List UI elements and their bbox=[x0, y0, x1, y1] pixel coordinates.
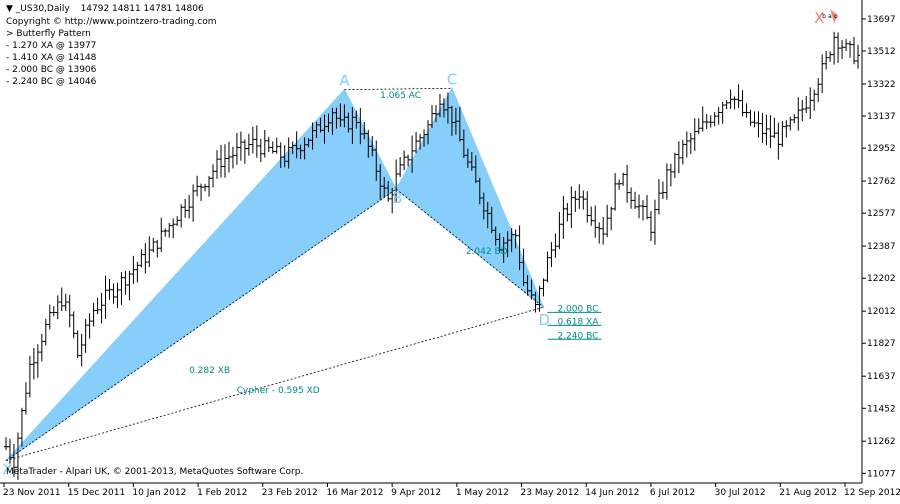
copyright-line: Copyright © http://www.pointzero-trading… bbox=[6, 17, 217, 27]
time-tick-label: 12 Sep 2012 bbox=[844, 488, 900, 498]
ratio-label: 0.282 XB bbox=[189, 366, 230, 376]
price-tick-label: 11637 bbox=[867, 372, 896, 382]
time-tick-label: 6 Jul 2012 bbox=[650, 488, 695, 498]
price-tick-label: 12387 bbox=[867, 242, 896, 252]
time-tick-label: 23 May 2012 bbox=[521, 488, 580, 498]
chart-window[interactable]: X A B C D Xb a c 1.065 AC 2.042 BD 0.282 XB Cypher … bbox=[0, 0, 900, 500]
time-tick-label: 21 Aug 2012 bbox=[779, 488, 837, 498]
price-tick-label: 12762 bbox=[867, 177, 896, 187]
mini-label: b bbox=[822, 13, 826, 20]
time-tick-label: 1 Feb 2012 bbox=[197, 488, 247, 498]
pattern-name: > Butterfly Pattern bbox=[6, 29, 91, 39]
ratio-label: 2.042 BD bbox=[466, 247, 508, 257]
time-tick-label: 1 May 2012 bbox=[456, 488, 509, 498]
plot-background bbox=[0, 0, 862, 483]
price-tick-label: 12577 bbox=[867, 209, 896, 219]
price-tick-label: 13137 bbox=[867, 112, 896, 122]
time-tick-label: 23 Nov 2011 bbox=[3, 488, 61, 498]
mini-label: c bbox=[834, 13, 837, 20]
price-tick-label: 12202 bbox=[867, 274, 896, 284]
price-tick-label: 11452 bbox=[867, 404, 896, 414]
price-tick-label: 12012 bbox=[867, 307, 896, 317]
price-chart[interactable]: XABCDXb a c1.065 AC2.042 BD0.282 XBCypher … bbox=[0, 0, 900, 500]
level-line: - 1.410 XA @ 14148 bbox=[6, 53, 97, 63]
price-tick-label: 13322 bbox=[867, 80, 896, 90]
footer-copyright: MetaTrader - Alpari UK, © 2001-2013, Met… bbox=[6, 467, 304, 477]
level-line: - 2.000 BC @ 13906 bbox=[6, 65, 97, 75]
target-level-label: 2.240 BC bbox=[557, 331, 598, 341]
time-tick-label: 14 Jun 2012 bbox=[585, 488, 639, 498]
level-line: - 1.270 XA @ 13977 bbox=[6, 41, 97, 51]
ratio-label: Cypher - 0.595 XD bbox=[237, 386, 320, 396]
pattern-point-label: C bbox=[447, 70, 457, 88]
time-tick-label: 10 Jan 2012 bbox=[132, 488, 186, 498]
pattern-point-label: D bbox=[538, 311, 550, 329]
price-tick-label: 11827 bbox=[867, 339, 896, 349]
price-tick-label: 13697 bbox=[867, 15, 896, 25]
price-tick-label: 11077 bbox=[867, 469, 896, 479]
ohlc-readout: 14792 14811 14781 14806 bbox=[80, 4, 204, 14]
time-tick-label: 23 Feb 2012 bbox=[262, 488, 318, 498]
time-tick-label: 9 Apr 2012 bbox=[391, 488, 441, 498]
mini-label: a bbox=[828, 13, 832, 20]
chart-menu-icon[interactable]: ▼ bbox=[6, 4, 13, 14]
pattern-point-label: A bbox=[339, 72, 350, 90]
target-level-label: 0.618 XA bbox=[557, 317, 599, 327]
target-level-label: 2.000 BC bbox=[557, 304, 598, 314]
time-tick-label: 30 Jul 2012 bbox=[715, 488, 766, 498]
symbol-label: _US30,Daily bbox=[15, 4, 70, 14]
level-line: - 2.240 BC @ 14046 bbox=[6, 77, 97, 87]
time-tick-label: 16 Mar 2012 bbox=[326, 488, 383, 498]
time-tick-label: 15 Dec 2011 bbox=[68, 488, 126, 498]
ratio-label: 1.065 AC bbox=[380, 91, 421, 101]
pattern-point-label: B bbox=[392, 189, 402, 207]
price-tick-label: 11262 bbox=[867, 437, 896, 447]
chart-title: ▼ _US30,Daily 14792 14811 14781 14806 bbox=[6, 4, 204, 15]
price-tick-label: 13512 bbox=[867, 47, 896, 57]
price-tick-label: 12952 bbox=[867, 144, 896, 154]
